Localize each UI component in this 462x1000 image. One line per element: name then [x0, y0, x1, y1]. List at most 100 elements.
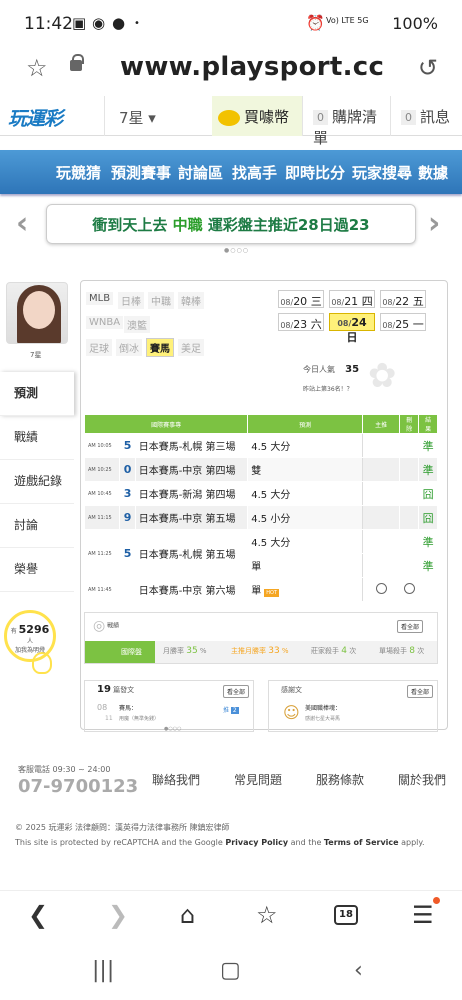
terms-link[interactable]: Terms of Service [324, 838, 399, 847]
row-game[interactable]: 日本賽馬-札幌 第三場 [134, 433, 249, 458]
stat-unit: % [281, 647, 289, 655]
address-bar[interactable]: ☆ www.playsport.cc ↺ [0, 46, 462, 94]
rank-select[interactable]: 7星 ▾ [104, 96, 212, 136]
posts-title: 19 篇發文 [97, 684, 134, 695]
row-game[interactable]: 日本賽馬-中京 第四場 [134, 457, 249, 482]
side-tab-honor[interactable]: 榮譽 [0, 548, 74, 592]
messages-button[interactable]: 0 訊息 [390, 96, 462, 136]
league-tag-kbo[interactable]: 韓棒 [178, 292, 204, 309]
league-tag-nbl[interactable]: 澳籃 [124, 316, 150, 333]
league-tag-mlb[interactable]: MLB [86, 292, 114, 305]
row-game[interactable]: 日本賽馬-中京 第五場 [134, 505, 249, 530]
bookmarks-icon[interactable]: ☆ [256, 901, 278, 929]
bookmark-star-icon[interactable]: ☆ [26, 54, 48, 82]
nav-item-livescore[interactable]: 即時比分 [285, 162, 345, 183]
league-tag-npb[interactable]: 日棒 [118, 292, 144, 309]
url-text[interactable]: www.playsport.cc [120, 52, 384, 82]
avatar[interactable] [6, 282, 68, 344]
posts-more-button[interactable]: 看全部 [223, 685, 250, 698]
date-button[interactable]: 08/22 五 [380, 290, 426, 308]
row-result: 囧 [418, 481, 438, 506]
buy-coin-button[interactable]: 買噱幣 [212, 96, 302, 136]
side-tab-game-log[interactable]: 遊戲紀錄 [0, 460, 74, 504]
row-game[interactable]: 日本賽馬-中京 第六場 [134, 577, 249, 602]
system-back-icon[interactable]: ‹ [354, 958, 363, 983]
footer-link-terms[interactable]: 服務條款 [316, 771, 364, 788]
side-tab-discussion[interactable]: 討論 [0, 504, 74, 548]
privacy-link[interactable]: Privacy Policy [225, 838, 288, 847]
thanks-item-title[interactable]: 美國職棒魂： [305, 703, 341, 712]
date-weekday: 四 [361, 295, 373, 308]
date-month: 08/ [382, 321, 396, 330]
date-day: 21 [344, 295, 359, 308]
stat-value: 8 [409, 646, 415, 656]
msg-label: 訊息 [420, 108, 451, 126]
back-icon[interactable]: ❮ [28, 901, 48, 929]
side-tab-record[interactable]: 戰績 [0, 416, 74, 460]
posts-count: 19 [97, 684, 111, 695]
date-button[interactable]: 08/25 一 [380, 313, 426, 331]
nav-item-forum[interactable]: 討論區 [178, 162, 223, 183]
nav-item-data[interactable]: 數據 [418, 162, 448, 183]
stat-value: 35 [186, 646, 198, 656]
row-game[interactable]: 日本賽馬-札幌 第五場 [134, 529, 249, 578]
main-pick-radio[interactable] [375, 582, 387, 594]
system-home-icon[interactable]: ▢ [220, 958, 241, 983]
post-title[interactable]: 賽馬： [119, 703, 137, 712]
nav-item-guess[interactable]: 玩競猜 [56, 162, 101, 183]
post-sub: 用魔（無準免錢） [119, 716, 160, 722]
lock-icon[interactable] [70, 54, 84, 71]
row-pick: 4.5 小分 [247, 505, 363, 530]
row-num: 0 [119, 457, 136, 482]
league-tag-nfl[interactable]: 美足 [178, 339, 204, 356]
nav-item-player-search[interactable]: 玩家搜尋 [352, 162, 412, 183]
league-tag-hockey[interactable]: 倒冰 [116, 339, 142, 356]
stat-value: 33 [268, 646, 280, 656]
league-tag-cpbl[interactable]: 中職 [148, 292, 174, 309]
row-main [361, 481, 401, 506]
date-button[interactable]: 08/23 六 [278, 313, 324, 331]
tabs-icon[interactable]: 18 [334, 905, 358, 925]
site-logo[interactable]: 玩運彩 [8, 104, 63, 131]
banner-pager-dots[interactable]: ●○○○ [224, 247, 249, 254]
footer-link-contact[interactable]: 聯絡我們 [152, 771, 200, 788]
lightbulb-icon [32, 652, 52, 674]
thanks-more-button[interactable]: 看全部 [407, 685, 434, 698]
nav-item-experts[interactable]: 找高手 [232, 162, 277, 183]
recent-apps-icon[interactable]: ||| [92, 958, 114, 983]
league-tag-wnba[interactable]: WNBA [86, 316, 124, 329]
banner-content[interactable]: 衝到天上去 中職 運彩盤主推近28日過23 [46, 204, 416, 244]
panel-pager-dots[interactable]: ●○○○ [164, 726, 181, 732]
popularity-label: 今日人氣 [303, 365, 335, 374]
row-pick: 雙 [247, 457, 363, 482]
league-tag-soccer[interactable]: 足球 [86, 339, 112, 356]
date-button[interactable]: 08/21 四 [329, 290, 375, 308]
league-tag-horse[interactable]: 賽馬 [146, 338, 174, 357]
menu-icon[interactable]: ☰ [412, 901, 434, 929]
forward-icon[interactable]: ❯ [108, 901, 128, 929]
stats-more-button[interactable]: 看全部 [397, 620, 424, 633]
table-row: AM 10:25 0 日本賽馬-中京 第四場 雙 準 [83, 457, 438, 482]
banner-next-icon[interactable]: › [428, 206, 440, 241]
delete-radio[interactable] [403, 582, 415, 594]
reload-icon[interactable]: ↺ [418, 54, 438, 82]
footer-link-faq[interactable]: 常見問題 [234, 771, 282, 788]
banner-prev-icon[interactable]: ‹ [16, 206, 28, 241]
service-hours: 客服電話 09:30 ~ 24:00 [18, 765, 111, 774]
date-button-selected[interactable]: 08/24 日 [329, 313, 375, 344]
row-pick: 4.5 大分 [247, 529, 363, 554]
cart-button[interactable]: 0 購牌清單 [302, 96, 390, 147]
buy-coin-label: 買噱幣 [244, 108, 290, 126]
service-phone[interactable]: 07-9700123 [18, 776, 138, 797]
thanks-title: 感謝文 [281, 686, 302, 694]
home-icon[interactable]: ⌂ [180, 901, 195, 929]
footer-link-about[interactable]: 關於我們 [398, 771, 446, 788]
signal-label: Vo) LTE 5G [326, 16, 369, 25]
side-tab-predict[interactable]: 預測 [0, 372, 74, 416]
nav-item-predict[interactable]: 預測賽事 [111, 162, 171, 183]
row-main[interactable] [361, 577, 401, 602]
post-date-day: 11 [105, 715, 113, 722]
row-delete[interactable] [399, 577, 420, 602]
date-button[interactable]: 08/20 三 [278, 290, 324, 308]
row-game[interactable]: 日本賽馬-新潟 第四場 [134, 481, 249, 506]
